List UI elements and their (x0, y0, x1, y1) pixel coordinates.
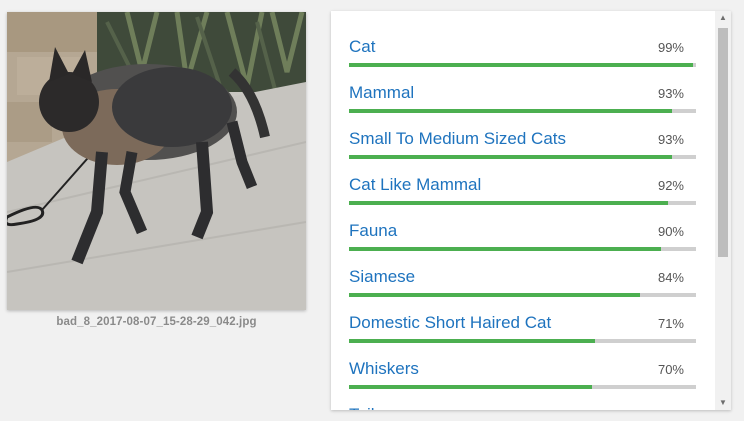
label-name: Small To Medium Sized Cats (349, 129, 566, 148)
scroll-down-arrow-icon[interactable]: ▼ (715, 396, 731, 410)
label-score: 70% (657, 362, 684, 377)
label-score: 93% (657, 132, 684, 147)
label-score: 90% (657, 224, 684, 239)
label-name: Whiskers (349, 359, 419, 378)
vision-labels-view: bad_8_2017-08-07_15-28-29_042.jpg Cat 99%… (0, 0, 744, 421)
labels-list[interactable]: Cat 99% Mammal 93% Small To Medium Sized Cat… (331, 11, 715, 410)
cat-photo-image (7, 12, 306, 310)
label-name: Siamese (349, 267, 416, 286)
label-name: Domestic Short Haired Cat (349, 313, 552, 332)
label-row: Fauna 90% (349, 195, 696, 251)
label-name: Tail (349, 405, 375, 410)
label-name: Mammal (349, 83, 415, 102)
label-name: Cat Like Mammal (349, 175, 482, 194)
image-filename: bad_8_2017-08-07_15-28-29_042.jpg (56, 316, 257, 328)
cat-photo (7, 12, 306, 310)
label-row: Cat Like Mammal 92% (349, 149, 696, 205)
labels-scrollbar[interactable]: ▲ ▼ (715, 11, 731, 410)
label-row: Whiskers 70% (349, 333, 696, 389)
label-score: 99% (657, 40, 684, 55)
label-score: 84% (657, 270, 684, 285)
label-row: Domestic Short Haired Cat 71% (349, 287, 696, 343)
label-row: Siamese 84% (349, 241, 696, 297)
label-row: Mammal 93% (349, 57, 696, 113)
label-name: Fauna (349, 221, 398, 240)
label-score: 92% (657, 178, 684, 193)
scroll-thumb[interactable] (718, 28, 728, 257)
label-row: Small To Medium Sized Cats 93% (349, 103, 696, 159)
scroll-up-arrow-icon[interactable]: ▲ (715, 11, 731, 25)
label-score: 71% (657, 316, 684, 331)
label-row: Tail (349, 379, 696, 410)
labels-panel: Cat 99% Mammal 93% Small To Medium Sized Cat… (331, 11, 731, 410)
label-score: 93% (657, 86, 684, 101)
label-name: Cat (349, 37, 376, 56)
label-row: Cat 99% (349, 11, 696, 67)
